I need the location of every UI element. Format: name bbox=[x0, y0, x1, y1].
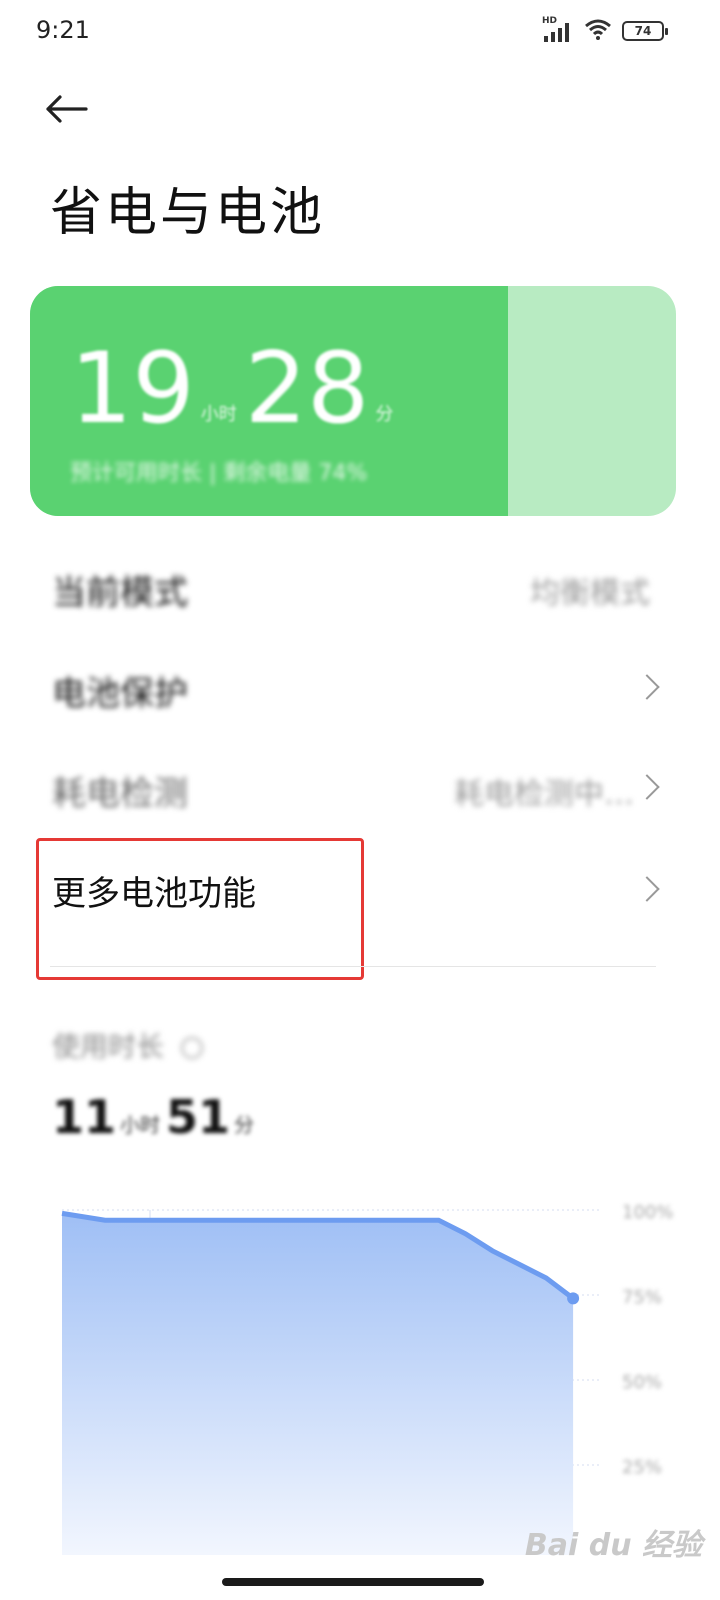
chart-area-series bbox=[62, 1213, 574, 1555]
battery-icon: 74 bbox=[622, 21, 668, 41]
usage-label: 使用时长 bbox=[52, 1025, 203, 1065]
info-icon[interactable] bbox=[180, 1037, 203, 1059]
row-value: 均衡模式 bbox=[530, 576, 650, 611]
chart-y-tick-label: 100% bbox=[622, 1202, 673, 1223]
battery-minutes-unit: 分 bbox=[375, 404, 394, 425]
chart-y-tick-label: 75% bbox=[622, 1287, 662, 1308]
back-arrow-icon bbox=[46, 95, 88, 123]
signal-icon: HD bbox=[542, 16, 574, 42]
menu-row-current-mode[interactable]: 当前模式 均衡模式 bbox=[0, 535, 720, 635]
status-bar: 9:21 HD 74 bbox=[0, 0, 720, 62]
status-time: 9:21 bbox=[36, 16, 90, 44]
highlight-annotation bbox=[36, 838, 364, 980]
chart-y-tick-label: 50% bbox=[622, 1372, 662, 1393]
row-label: 耗电检测 bbox=[52, 774, 188, 814]
battery-remaining-time: 19 小时 28 分 bbox=[70, 340, 401, 438]
battery-level-text: 74 bbox=[634, 24, 652, 38]
chevron-right-icon bbox=[634, 876, 660, 902]
status-icons: HD 74 bbox=[542, 16, 668, 44]
chevron-right-icon bbox=[634, 774, 660, 800]
watermark-text: Bai du 经验 bbox=[524, 1528, 702, 1563]
menu-row-battery-protection[interactable]: 电池保护 bbox=[0, 636, 720, 736]
chevron-right-icon bbox=[634, 674, 660, 700]
home-indicator[interactable] bbox=[222, 1578, 484, 1586]
row-value: 耗电检测中… bbox=[454, 777, 634, 812]
battery-minutes: 28 bbox=[244, 332, 370, 446]
usage-hours: 11 bbox=[52, 1090, 117, 1144]
divider bbox=[50, 966, 656, 967]
menu-row-power-detection[interactable]: 耗电检测 耗电检测中… bbox=[0, 736, 720, 836]
battery-level-chart: 100% 75% 50% 25% bbox=[61, 1202, 673, 1555]
chart-point bbox=[567, 1292, 580, 1305]
battery-hours: 19 bbox=[70, 332, 195, 446]
chart-y-tick-label: 25% bbox=[622, 1457, 662, 1478]
usage-label-text: 使用时长 bbox=[52, 1030, 165, 1063]
battery-hours-unit: 小时 bbox=[200, 404, 237, 425]
page-title: 省电与电池 bbox=[50, 183, 326, 243]
row-label: 当前模式 bbox=[52, 573, 188, 613]
usage-hours-unit: 小时 bbox=[120, 1113, 161, 1137]
wifi-icon bbox=[584, 18, 612, 44]
usage-minutes: 51 bbox=[166, 1090, 231, 1144]
usage-minutes-unit: 分 bbox=[234, 1113, 255, 1137]
usage-value: 11 小时 51 分 bbox=[52, 1090, 260, 1144]
back-button[interactable] bbox=[44, 86, 100, 132]
battery-subtitle: 预计可用时长 | 剩余电量 74% bbox=[70, 461, 368, 486]
row-label: 电池保护 bbox=[52, 674, 188, 714]
